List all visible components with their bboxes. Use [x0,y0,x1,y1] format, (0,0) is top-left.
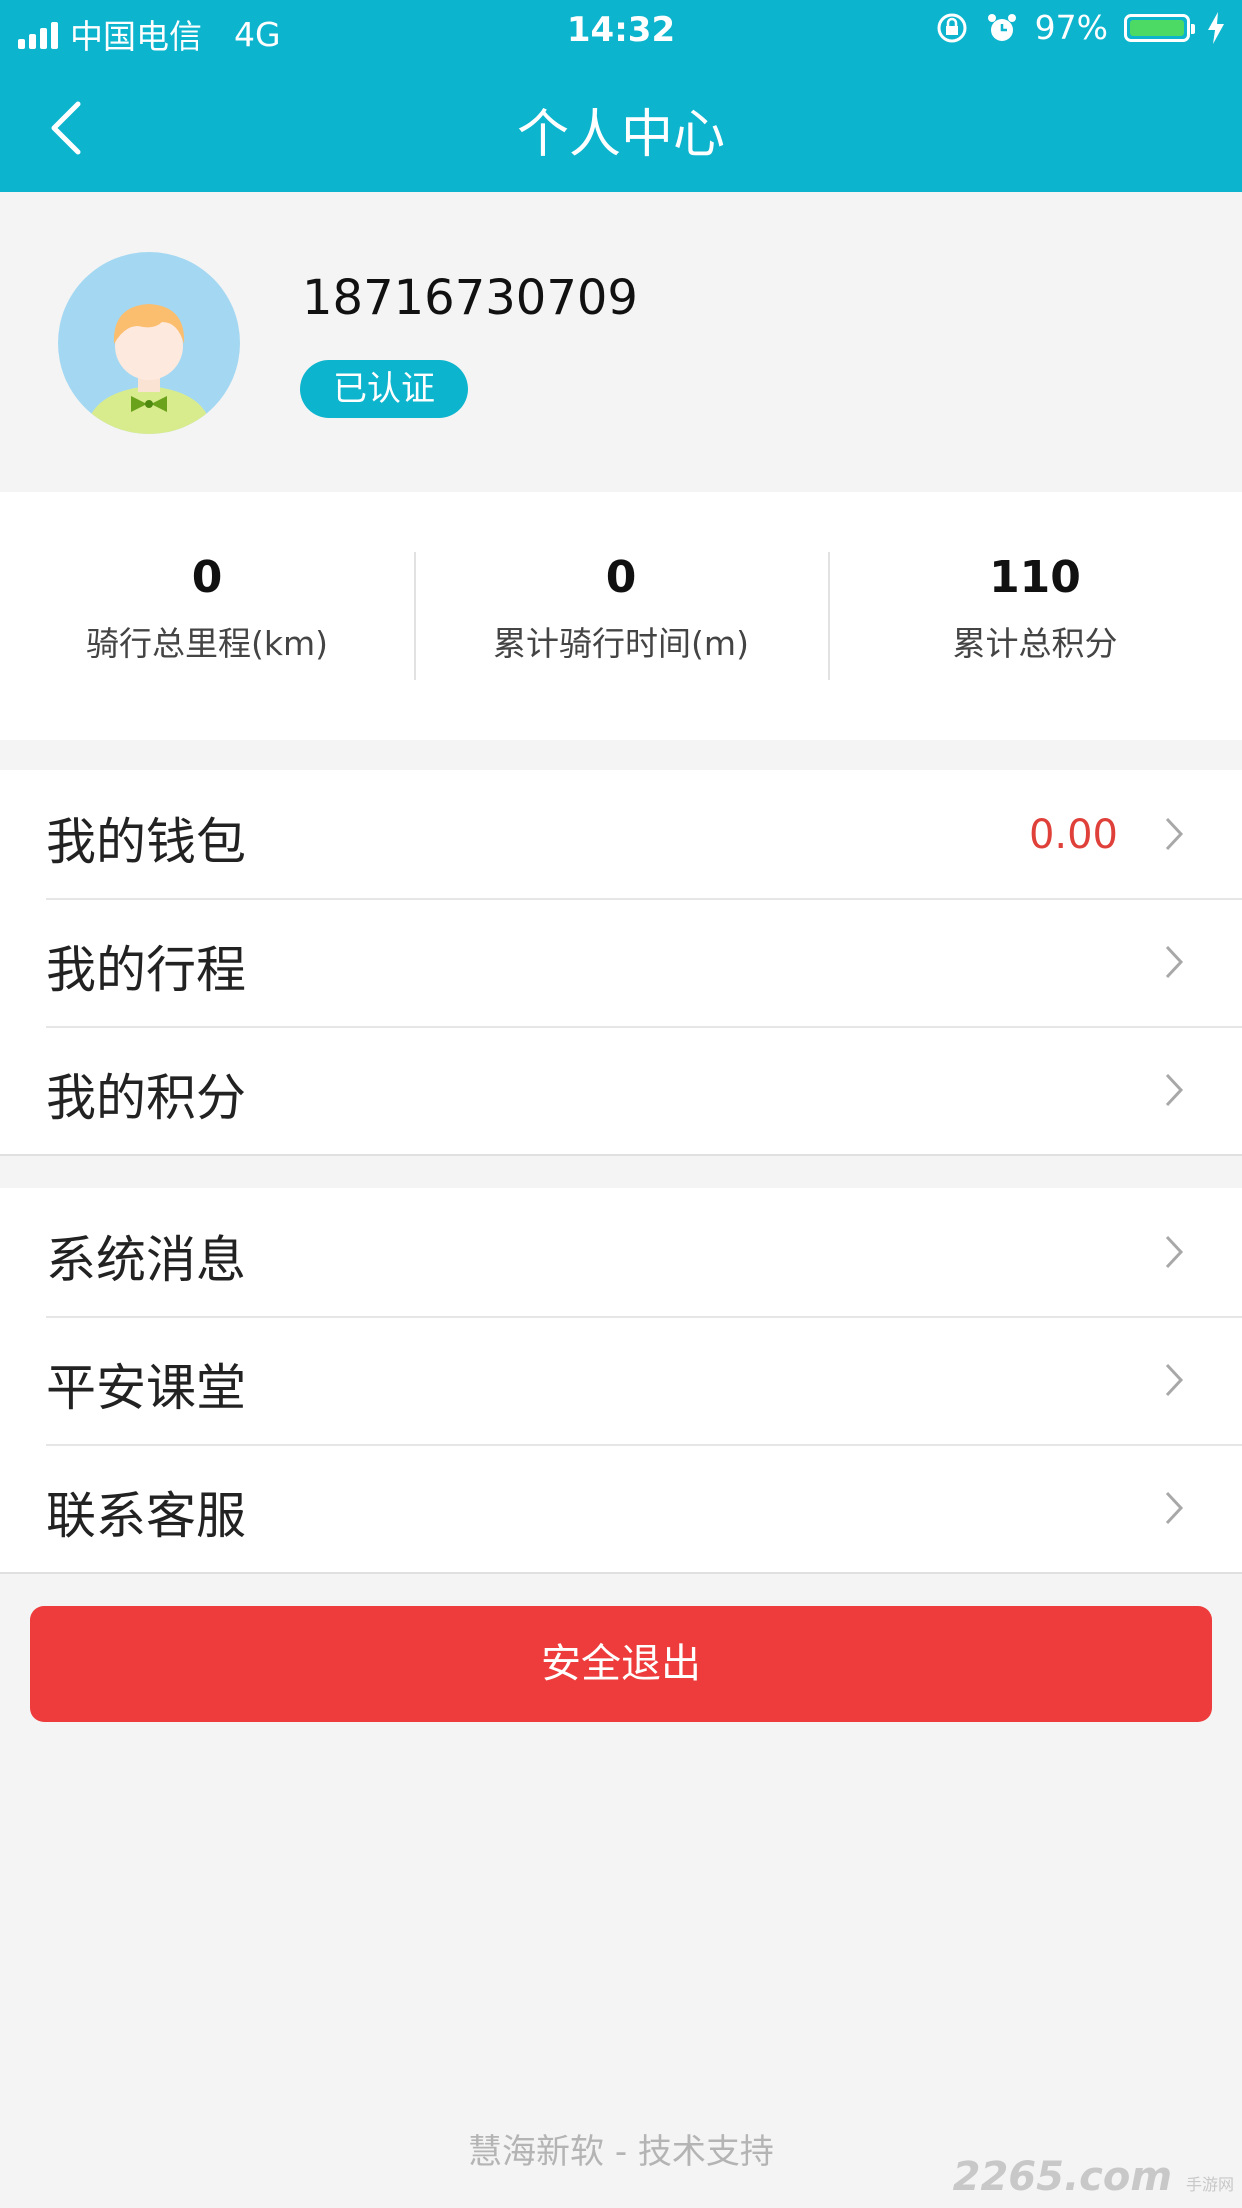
menu-item-customer-service[interactable]: 联系客服 [0,1444,1242,1572]
page-title: 个人中心 [516,105,725,165]
status-right: 97% [935,8,1226,47]
profile-section: 18716730709 已认证 [0,192,1242,492]
menu-item-label: 联系客服 [46,1487,246,1545]
menu-item-label: 系统消息 [46,1231,246,1289]
stat-time: 0 累计骑行时间(m) [414,492,828,740]
menu-item-label: 我的钱包 [46,813,246,871]
menu-item-trips[interactable]: 我的行程 [0,898,1242,1026]
chevron-right-icon [1165,1235,1184,1269]
menu-item-safety-class[interactable]: 平安课堂 [0,1316,1242,1444]
stats-panel: 0 骑行总里程(km) 0 累计骑行时间(m) 110 累计总积分 [0,492,1242,740]
watermark-tag: 手游网 [1185,2175,1234,2194]
alarm-icon [987,13,1016,41]
watermark-logo: 2265.com 手游网 [953,2154,1234,2200]
chevron-right-icon [1165,1363,1184,1397]
menu-item-label: 平安课堂 [46,1359,246,1417]
watermark-brand: 2265 [952,2154,1064,2200]
app-header: 中国电信 4G 14:32 97% 个人中心 [0,0,1242,192]
logout-button[interactable]: 安全退出 [30,1606,1212,1722]
stat-points-value: 110 [989,552,1081,603]
stat-time-value: 0 [605,552,637,603]
stat-distance-label: 骑行总里程(km) [85,624,328,663]
menu-item-points[interactable]: 我的积分 [0,1026,1242,1154]
menu-item-messages[interactable]: 系统消息 [0,1188,1242,1316]
battery-icon [1124,13,1195,42]
menu-item-wallet[interactable]: 我的钱包 0.00 [0,770,1242,898]
chevron-right-icon [1165,1073,1184,1107]
stat-distance: 0 骑行总里程(km) [0,492,414,740]
menu-group-support: 系统消息 平安课堂 联系客服 [0,1188,1242,1574]
chevron-right-icon [1165,945,1184,979]
verified-badge: 已认证 [300,360,468,418]
chevron-right-icon [1165,1491,1184,1525]
menu-item-label: 我的积分 [46,1069,246,1127]
stat-distance-value: 0 [191,552,223,603]
stat-points-label: 累计总积分 [952,624,1118,663]
stat-points: 110 累计总积分 [828,492,1242,740]
watermark-suffix: .com [1063,2154,1173,2200]
status-bar: 中国电信 4G 14:32 97% [0,0,1242,62]
wallet-balance: 0.00 [1028,812,1118,858]
rotation-lock-icon [937,13,967,42]
avatar[interactable] [58,252,240,434]
chevron-right-icon [1165,817,1184,851]
menu-item-label: 我的行程 [46,941,246,999]
menu-group-account: 我的钱包 0.00 我的行程 我的积分 [0,770,1242,1156]
stat-time-label: 累计骑行时间(m) [493,624,749,663]
user-phone: 18716730709 [302,270,638,326]
charging-icon [1208,11,1224,44]
battery-percent: 97% [1034,8,1108,47]
